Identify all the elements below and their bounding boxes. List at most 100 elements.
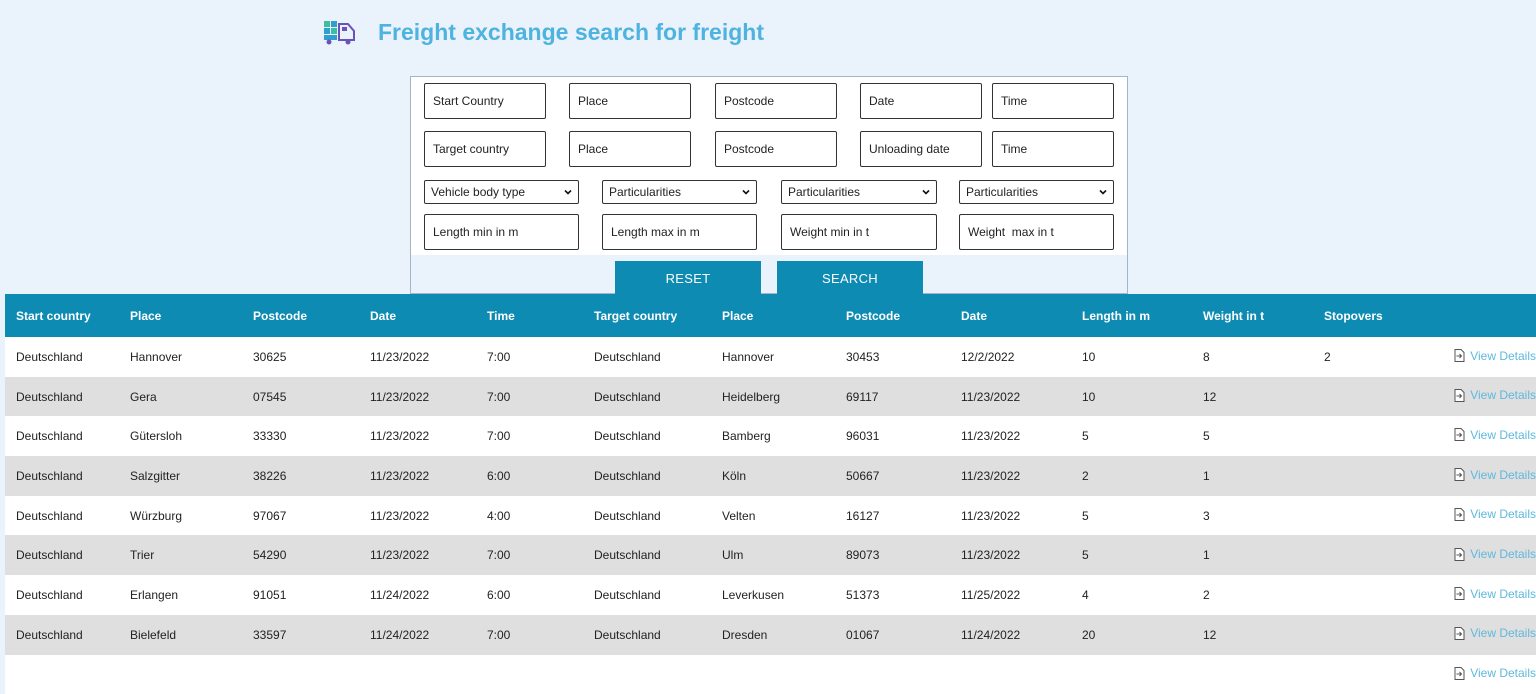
start-time-field[interactable]: [992, 83, 1114, 119]
cell-actions: View Details: [1433, 456, 1536, 496]
table-row[interactable]: DeutschlandGütersloh3333011/23/20227:00D…: [5, 416, 1536, 456]
cell-stopovers: [1313, 456, 1433, 496]
cell-start-postcode: 33597: [242, 615, 359, 655]
cell-start-date: [359, 655, 476, 694]
header-start-place[interactable]: Place: [119, 294, 242, 337]
cell-length: 4: [1071, 575, 1192, 615]
document-arrow-icon: [1453, 468, 1465, 481]
cell-target-place: Velten: [711, 496, 835, 536]
cell-target-country: Deutschland: [583, 456, 711, 496]
start-place-field[interactable]: [569, 83, 691, 119]
cell-target-country: Deutschland: [583, 416, 711, 456]
target-postcode-field[interactable]: [715, 131, 837, 167]
cell-target-date: 11/23/2022: [950, 416, 1071, 456]
reset-button[interactable]: RESET: [615, 261, 761, 295]
cell-stopovers: [1313, 655, 1433, 694]
cell-target-postcode: 69117: [835, 377, 950, 417]
header-target-postcode[interactable]: Postcode: [835, 294, 950, 337]
cell-target-postcode: 30453: [835, 337, 950, 377]
start-country-field[interactable]: [424, 83, 546, 119]
cell-start-date: 11/23/2022: [359, 456, 476, 496]
header-start-postcode[interactable]: Postcode: [242, 294, 359, 337]
cell-target-place: Dresden: [711, 615, 835, 655]
chevron-down-icon: [922, 188, 930, 196]
header-stopovers[interactable]: Stopovers: [1313, 294, 1433, 337]
cell-actions: View Details: [1433, 655, 1536, 694]
table-header-row: Start country Place Postcode Date Time T…: [5, 294, 1536, 337]
cell-start-place: Hannover: [119, 337, 242, 377]
cell-start-postcode: [242, 655, 359, 694]
view-details-link[interactable]: View Details: [1453, 626, 1536, 640]
vehicle-body-type-select[interactable]: Vehicle body type: [424, 180, 579, 204]
cell-start-time: 7:00: [476, 337, 583, 377]
header-start-country[interactable]: Start country: [5, 294, 119, 337]
document-arrow-icon: [1453, 389, 1465, 402]
header-start-date[interactable]: Date: [359, 294, 476, 337]
cell-target-country: Deutschland: [583, 575, 711, 615]
header-start-time[interactable]: Time: [476, 294, 583, 337]
table-row[interactable]: DeutschlandWürzburg9706711/23/20224:00De…: [5, 496, 1536, 536]
cell-target-country: Deutschland: [583, 535, 711, 575]
view-details-label: View Details: [1470, 428, 1536, 442]
cell-target-country: Deutschland: [583, 496, 711, 536]
table-row[interactable]: DeutschlandTrier5429011/23/20227:00Deuts…: [5, 535, 1536, 575]
cell-start-time: 7:00: [476, 377, 583, 417]
table-row[interactable]: DeutschlandErlangen9105111/24/20226:00De…: [5, 575, 1536, 615]
cell-start-place: [119, 655, 242, 694]
table-row[interactable]: DeutschlandSalzgitter3822611/23/20226:00…: [5, 456, 1536, 496]
cell-target-place: [711, 655, 835, 694]
particularities-select-1[interactable]: Particularities: [602, 180, 757, 204]
view-details-link[interactable]: View Details: [1453, 349, 1536, 363]
cell-start-time: 4:00: [476, 496, 583, 536]
particularities-value-2: Particularities: [788, 185, 860, 199]
start-date-field[interactable]: [860, 83, 982, 119]
results-table: Start country Place Postcode Date Time T…: [5, 294, 1536, 694]
header-target-place[interactable]: Place: [711, 294, 835, 337]
cell-stopovers: [1313, 416, 1433, 456]
cell-weight: 3: [1192, 496, 1313, 536]
header-target-country[interactable]: Target country: [583, 294, 711, 337]
view-details-link[interactable]: View Details: [1453, 666, 1536, 680]
header-weight[interactable]: Weight in t: [1192, 294, 1313, 337]
cell-target-postcode: 16127: [835, 496, 950, 536]
chevron-down-icon: [1099, 188, 1107, 196]
target-time-field[interactable]: [992, 131, 1114, 167]
cell-actions: View Details: [1433, 615, 1536, 655]
cell-start-country: Deutschland: [5, 377, 119, 417]
view-details-link[interactable]: View Details: [1453, 428, 1536, 442]
target-place-field[interactable]: [569, 131, 691, 167]
cell-target-date: 11/23/2022: [950, 535, 1071, 575]
header-length[interactable]: Length in m: [1071, 294, 1192, 337]
cell-target-postcode: 50667: [835, 456, 950, 496]
particularities-value-3: Particularities: [966, 185, 1038, 199]
particularities-select-2[interactable]: Particularities: [781, 180, 937, 204]
unloading-date-field[interactable]: [860, 131, 982, 167]
weight-max-field[interactable]: [959, 214, 1114, 250]
table-row[interactable]: View Details: [5, 655, 1536, 694]
start-postcode-field[interactable]: [715, 83, 837, 119]
view-details-link[interactable]: View Details: [1453, 507, 1536, 521]
document-arrow-icon: [1453, 349, 1465, 362]
view-details-label: View Details: [1470, 587, 1536, 601]
cell-target-date: 11/23/2022: [950, 456, 1071, 496]
header-target-date[interactable]: Date: [950, 294, 1071, 337]
length-min-field[interactable]: [424, 214, 579, 250]
view-details-link[interactable]: View Details: [1453, 547, 1536, 561]
search-button[interactable]: SEARCH: [777, 261, 923, 295]
cell-start-date: 11/24/2022: [359, 615, 476, 655]
particularities-select-3[interactable]: Particularities: [959, 180, 1114, 204]
weight-min-field[interactable]: [781, 214, 937, 250]
target-country-field[interactable]: [424, 131, 546, 167]
length-max-field[interactable]: [602, 214, 757, 250]
table-row[interactable]: DeutschlandBielefeld3359711/24/20227:00D…: [5, 615, 1536, 655]
view-details-link[interactable]: View Details: [1453, 468, 1536, 482]
table-row[interactable]: DeutschlandGera0754511/23/20227:00Deutsc…: [5, 377, 1536, 417]
cell-target-postcode: [835, 655, 950, 694]
cell-start-country: Deutschland: [5, 615, 119, 655]
table-row[interactable]: DeutschlandHannover3062511/23/20227:00De…: [5, 337, 1536, 377]
document-arrow-icon: [1453, 428, 1465, 441]
view-details-link[interactable]: View Details: [1453, 388, 1536, 402]
cell-weight: [1192, 655, 1313, 694]
cell-actions: View Details: [1433, 496, 1536, 536]
view-details-link[interactable]: View Details: [1453, 587, 1536, 601]
